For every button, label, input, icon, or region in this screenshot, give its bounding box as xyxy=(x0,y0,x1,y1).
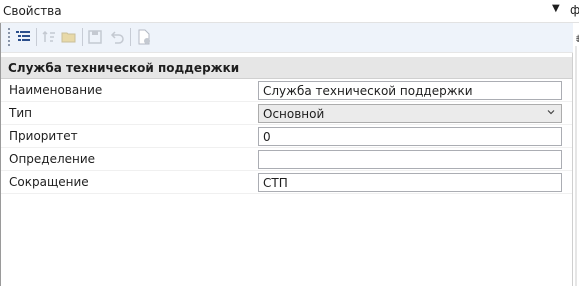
property-row-definition: Определение xyxy=(1,148,572,171)
property-label: Приоритет xyxy=(9,129,78,143)
panel-title: Свойства xyxy=(3,4,62,18)
property-label: Определение xyxy=(9,152,96,166)
save-button[interactable] xyxy=(85,27,105,47)
panel-titlebar: Свойства ▼ ф xyxy=(0,0,579,23)
property-grid: Служба технической поддержки Наименовани… xyxy=(1,57,572,194)
priority-field-value: 0 xyxy=(263,130,271,144)
name-field-value: Служба технической поддержки xyxy=(263,84,473,98)
definition-field[interactable] xyxy=(258,150,562,169)
panel-edge-glyph: ⇟ xyxy=(574,34,579,45)
name-field[interactable]: Служба технической поддержки xyxy=(258,81,562,100)
panel-edge-scrollbar[interactable] xyxy=(575,46,577,286)
panel-overflow-text: ф xyxy=(570,3,579,17)
property-row-abbreviation: Сокращение СТП xyxy=(1,171,572,194)
property-label: Наименование xyxy=(9,83,103,97)
new-document-icon xyxy=(138,29,150,45)
toolbar-separator xyxy=(130,28,131,46)
property-row-priority: Приоритет 0 xyxy=(1,125,572,148)
property-group-title: Служба технической поддержки xyxy=(8,61,240,75)
priority-field[interactable]: 0 xyxy=(258,127,562,146)
property-group-header[interactable]: Служба технической поддержки xyxy=(1,57,572,79)
undo-button[interactable] xyxy=(107,27,127,47)
property-row-type: Тип Основной xyxy=(1,102,572,125)
property-row-name: Наименование Служба технической поддержк… xyxy=(1,79,572,102)
save-icon xyxy=(88,30,102,44)
abbreviation-field-value: СТП xyxy=(263,176,288,190)
toolbar-separator xyxy=(36,28,37,46)
panel-menu-dropdown-icon[interactable]: ▼ xyxy=(552,3,560,14)
properties-toolbar xyxy=(1,23,573,53)
categorized-button[interactable] xyxy=(13,27,33,47)
type-select-value: Основной xyxy=(263,107,325,121)
undo-icon xyxy=(110,31,124,44)
categorized-icon xyxy=(16,31,30,41)
abbreviation-field[interactable]: СТП xyxy=(258,173,562,192)
property-label: Тип xyxy=(9,106,32,120)
toolbar-grip[interactable] xyxy=(8,28,10,46)
chevron-down-icon xyxy=(547,110,555,115)
folder-button[interactable] xyxy=(59,27,79,47)
toolbar-separator xyxy=(82,28,83,46)
sort-icon xyxy=(42,30,55,42)
property-label: Сокращение xyxy=(9,175,89,189)
type-select[interactable]: Основной xyxy=(258,104,562,123)
sort-button[interactable] xyxy=(39,27,59,47)
folder-icon xyxy=(61,32,76,43)
new-document-button[interactable] xyxy=(134,27,154,47)
